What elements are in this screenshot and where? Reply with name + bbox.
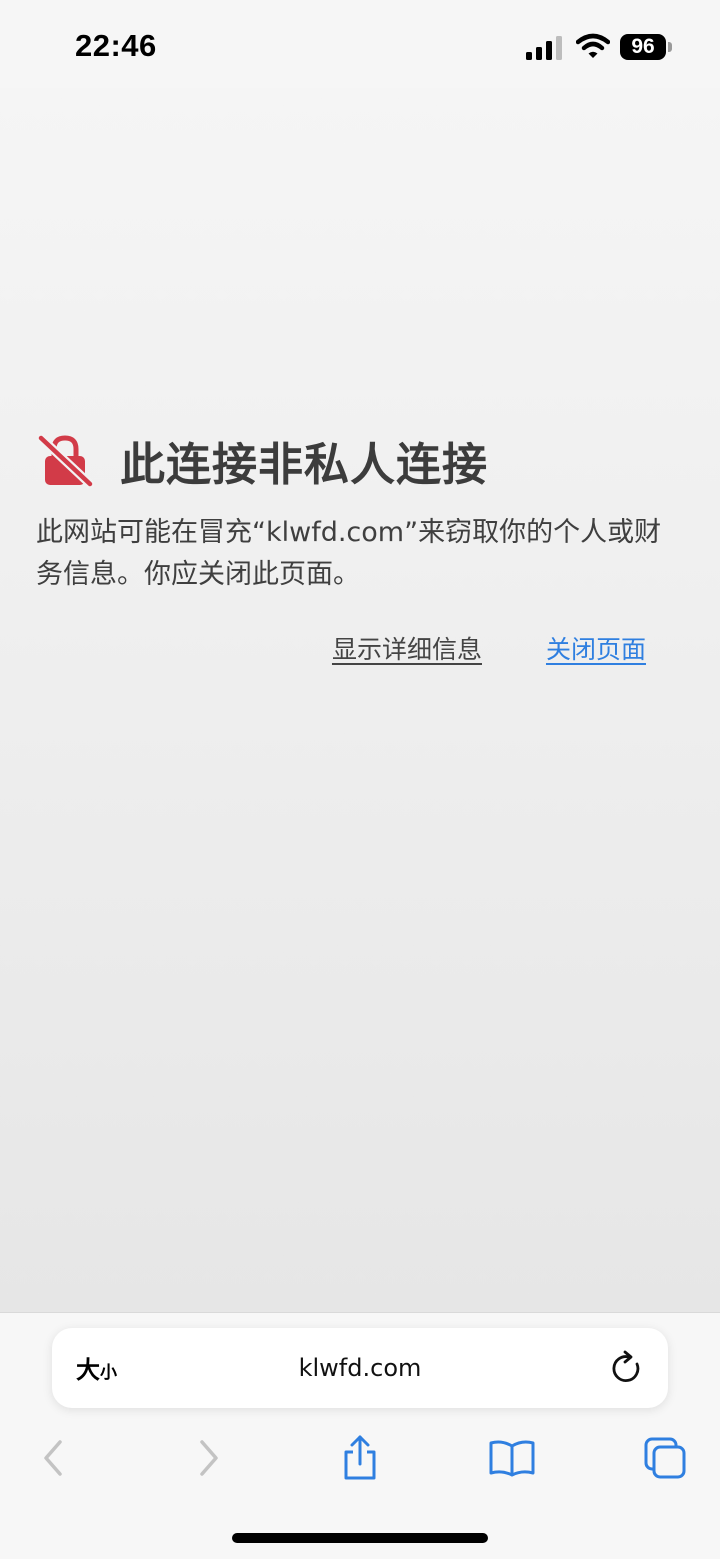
tabs-button[interactable] bbox=[640, 1433, 690, 1483]
status-time: 22:46 bbox=[75, 28, 157, 63]
battery-icon: 96 bbox=[620, 34, 674, 60]
text-size-small: 小 bbox=[100, 1363, 117, 1383]
forward-icon bbox=[200, 1440, 218, 1476]
show-details-link[interactable]: 显示详细信息 bbox=[332, 635, 482, 664]
warning-title: 此连接非私人连接 bbox=[120, 437, 489, 491]
bookmarks-button[interactable] bbox=[487, 1433, 537, 1483]
text-size-button[interactable]: 大小 bbox=[76, 1350, 117, 1385]
warning-title-row: 此连接非私人连接 bbox=[36, 430, 676, 491]
privacy-warning: 此连接非私人连接 此网站可能在冒充“klwfd.com”来窃取你的个人或财务信息… bbox=[36, 430, 676, 664]
address-bar[interactable]: klwfd.com 大小 bbox=[52, 1328, 668, 1408]
back-icon bbox=[44, 1440, 62, 1476]
text-size-big: 大 bbox=[76, 1356, 100, 1384]
share-icon bbox=[344, 1435, 376, 1480]
battery-level: 96 bbox=[620, 34, 666, 60]
reload-icon[interactable] bbox=[610, 1350, 644, 1386]
bookmarks-icon bbox=[489, 1440, 535, 1477]
battery-tip bbox=[668, 42, 672, 52]
warning-links: 显示详细信息 关闭页面 bbox=[36, 630, 646, 666]
tabs-icon bbox=[644, 1437, 686, 1479]
home-indicator[interactable] bbox=[232, 1533, 488, 1543]
warning-body: 此网站可能在冒充“klwfd.com”来窃取你的个人或财务信息。你应关闭此页面。 bbox=[36, 517, 662, 590]
url-text[interactable]: klwfd.com bbox=[52, 1328, 668, 1408]
share-button[interactable] bbox=[335, 1433, 385, 1483]
close-page-link[interactable]: 关闭页面 bbox=[546, 635, 646, 664]
back-button[interactable] bbox=[28, 1433, 78, 1483]
status-bar: 22:46 96 bbox=[0, 0, 720, 88]
cellular-signal-icon bbox=[526, 36, 562, 60]
broken-lock-icon bbox=[36, 433, 94, 488]
browser-toolbar: klwfd.com 大小 bbox=[0, 1312, 720, 1559]
wifi-icon bbox=[576, 33, 610, 58]
forward-button[interactable] bbox=[184, 1433, 234, 1483]
